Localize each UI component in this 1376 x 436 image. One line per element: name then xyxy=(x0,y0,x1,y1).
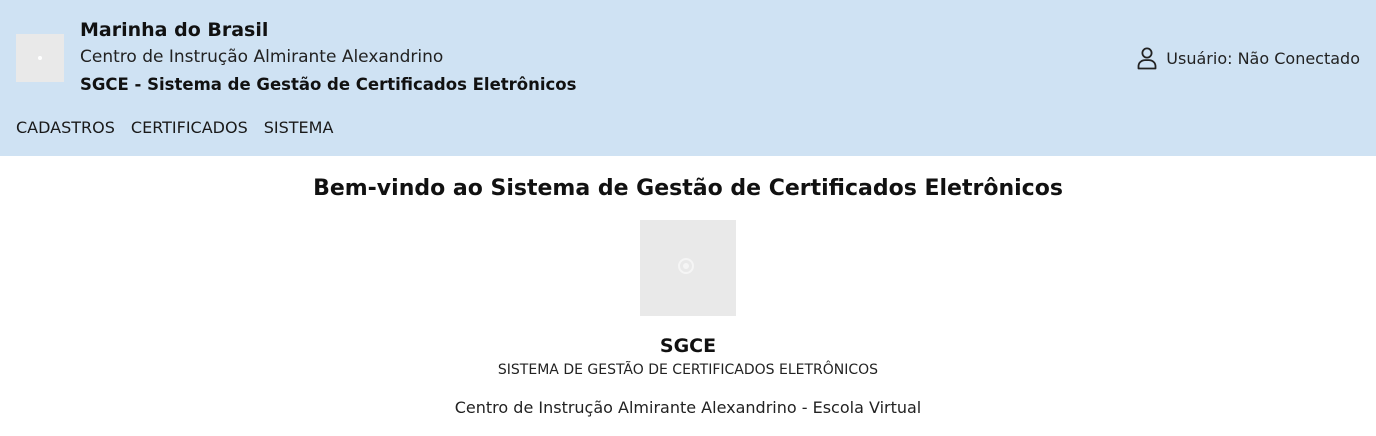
nav-item-cadastros[interactable]: CADASTROS xyxy=(16,117,115,139)
welcome-title: Bem-vindo ao Sistema de Gestão de Certif… xyxy=(313,176,1063,201)
main-content: Bem-vindo ao Sistema de Gestão de Certif… xyxy=(0,156,1376,436)
header: Marinha do Brasil Centro de Instrução Al… xyxy=(0,0,1376,156)
unit-name: Centro de Instrução Almirante Alexandrin… xyxy=(80,47,444,67)
header-logo-image xyxy=(16,34,64,82)
center-logo-image xyxy=(640,220,736,316)
nav-item-certificados[interactable]: CERTIFICADOS xyxy=(131,117,248,139)
broken-image-icon xyxy=(678,258,694,274)
unit-footer-line: Centro de Instrução Almirante Alexandrin… xyxy=(454,398,922,417)
nav-item-sistema[interactable]: SISTEMA xyxy=(264,117,334,139)
user-status-label: Usuário: Não Conectado xyxy=(1166,48,1360,68)
user-icon xyxy=(1137,47,1157,70)
app-name: SGCE xyxy=(659,335,717,357)
user-status[interactable]: Usuário: Não Conectado xyxy=(1136,46,1360,70)
org-name: Marinha do Brasil xyxy=(80,19,269,41)
broken-image-icon xyxy=(38,56,42,60)
header-title-block: Marinha do Brasil Centro de Instrução Al… xyxy=(80,17,576,98)
app-full-name: SISTEMA DE GESTÃO DE CERTIFICADOS ELETRÔ… xyxy=(497,362,879,378)
main-nav: CADASTROS CERTIFICADOS SISTEMA xyxy=(16,117,333,139)
system-name: SGCE - Sistema de Gestão de Certificados… xyxy=(80,75,577,94)
